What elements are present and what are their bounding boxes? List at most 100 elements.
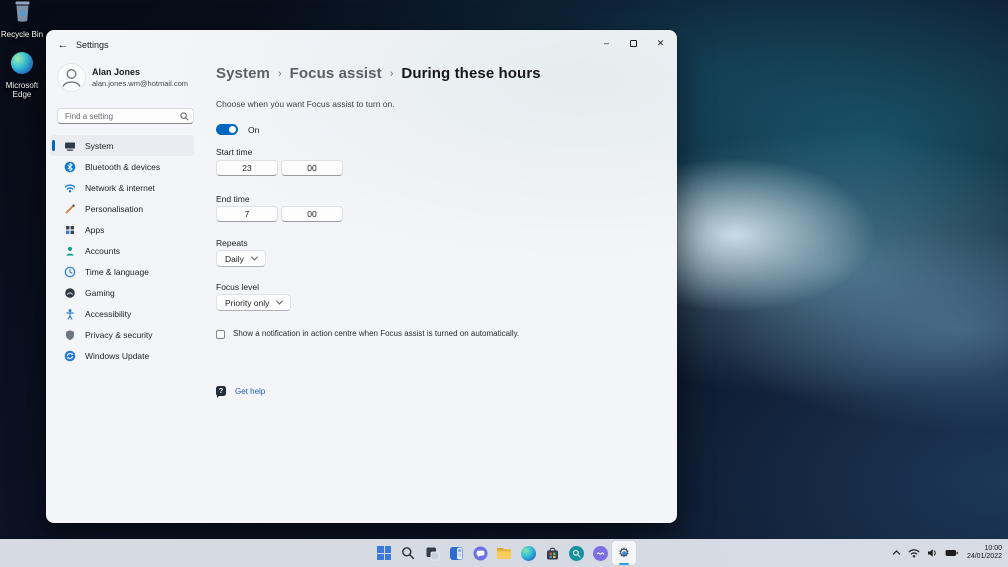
bluetooth-icon <box>64 161 76 173</box>
desktop-icon-label: Microsoft Edge <box>0 81 44 99</box>
get-help-icon: ? <box>216 386 226 396</box>
wifi-tray-button[interactable] <box>908 548 920 558</box>
recycle-bin-shortcut[interactable]: ♻ Recycle Bin <box>0 0 44 39</box>
sidebar-item-label: Apps <box>85 225 104 235</box>
desktop-icon-label: Recycle Bin <box>0 30 44 39</box>
sidebar-item-privacy-security[interactable]: Privacy & security <box>50 324 194 345</box>
breadcrumb-focus-assist[interactable]: Focus assist <box>290 65 382 82</box>
search-app-button[interactable] <box>564 541 588 565</box>
repeats-dropdown[interactable]: Daily <box>216 250 266 267</box>
edge-icon <box>521 546 536 561</box>
accessibility-person-icon <box>64 308 76 320</box>
settings-sidebar: System Bluetooth & devices Network & int… <box>50 135 194 366</box>
tray-time: 10:00 <box>984 545 1002 552</box>
desktop: ♻ Recycle Bin Microsoft Edge ← Settings … <box>0 0 1008 567</box>
windows-logo-icon <box>377 546 391 560</box>
selected-indicator <box>52 140 55 151</box>
svg-text:♻: ♻ <box>18 10 26 20</box>
microsoft-store-button[interactable] <box>540 541 564 565</box>
battery-tray-button[interactable] <box>945 549 958 557</box>
xbox-icon <box>64 287 76 299</box>
notification-checkbox[interactable] <box>216 330 225 339</box>
get-help-row: ? Get help <box>216 386 265 396</box>
sidebar-item-label: Privacy & security <box>85 330 153 340</box>
chat-button[interactable] <box>468 541 492 565</box>
repeats-value: Daily <box>225 254 244 264</box>
settings-search <box>57 108 194 124</box>
task-view-button[interactable] <box>420 541 444 565</box>
active-app-indicator <box>619 563 629 565</box>
start-time-minute-field[interactable]: 00 <box>281 160 343 176</box>
edge-icon <box>11 52 33 74</box>
paintbrush-icon <box>64 203 76 215</box>
start-button[interactable] <box>372 541 396 565</box>
recycle-bin-icon: ♻ <box>12 0 33 28</box>
speaker-icon <box>927 548 938 558</box>
sidebar-item-label: Accessibility <box>85 309 131 319</box>
chevron-right-icon: › <box>390 67 394 80</box>
settings-app-button[interactable]: ⚙ <box>612 541 636 565</box>
microsoft-edge-shortcut[interactable]: Microsoft Edge <box>0 52 44 99</box>
schedule-toggle[interactable] <box>216 124 238 135</box>
store-bag-icon <box>545 546 560 561</box>
get-help-link[interactable]: Get help <box>235 387 265 396</box>
sidebar-item-label: Windows Update <box>85 351 149 361</box>
sidebar-item-time-language[interactable]: Time & language <box>50 261 194 282</box>
end-time-hour-field[interactable]: 7 <box>216 206 278 222</box>
sidebar-item-windows-update[interactable]: Windows Update <box>50 345 194 366</box>
sidebar-item-label: Accounts <box>85 246 120 256</box>
task-view-icon <box>425 546 440 561</box>
hidden-icons-chevron-button[interactable] <box>892 550 901 556</box>
system-tray: 10:00 24/01/2022 <box>885 539 1002 567</box>
sidebar-item-label: Gaming <box>85 288 115 298</box>
back-button[interactable]: ← <box>56 38 70 52</box>
start-time-hour-field[interactable]: 23 <box>216 160 278 176</box>
end-time-minute-field[interactable]: 00 <box>281 206 343 222</box>
file-explorer-button[interactable] <box>492 541 516 565</box>
widgets-button[interactable] <box>444 541 468 565</box>
edge-button[interactable] <box>516 541 540 565</box>
person-icon <box>58 64 85 91</box>
wifi-icon <box>908 548 920 558</box>
focus-level-label: Focus level <box>216 282 259 292</box>
account-person-icon <box>64 245 76 257</box>
taskbar-clock[interactable]: 10:00 24/01/2022 <box>967 545 1002 562</box>
focus-level-dropdown[interactable]: Priority only <box>216 294 291 311</box>
magnifier-circle-icon <box>569 546 584 561</box>
breadcrumb-system[interactable]: System <box>216 65 270 82</box>
sidebar-item-accessibility[interactable]: Accessibility <box>50 303 194 324</box>
cortana-button[interactable] <box>588 541 612 565</box>
profile-email: alan.jones.wm@hotmail.com <box>92 79 188 88</box>
start-time-label: Start time <box>216 147 252 157</box>
toggle-state-label: On <box>248 125 259 135</box>
chevron-right-icon: › <box>278 67 282 80</box>
notification-checkbox-label: Show a notification in action centre whe… <box>233 329 519 340</box>
taskbar-search-button[interactable] <box>396 541 420 565</box>
avatar[interactable] <box>58 64 85 91</box>
sidebar-item-gaming[interactable]: Gaming <box>50 282 194 303</box>
volume-tray-button[interactable] <box>927 548 938 558</box>
search-icon <box>401 546 415 560</box>
start-time-fields: 23 00 <box>216 160 346 176</box>
sidebar-item-label: Network & internet <box>85 183 155 193</box>
page-description: Choose when you want Focus assist to tur… <box>216 99 395 109</box>
breadcrumb: System › Focus assist › During these hou… <box>216 65 541 82</box>
update-arrows-icon <box>64 350 76 362</box>
sidebar-item-system[interactable]: System <box>50 135 194 156</box>
search-input[interactable] <box>57 108 194 124</box>
sidebar-item-bluetooth-devices[interactable]: Bluetooth & devices <box>50 156 194 177</box>
folder-icon <box>496 546 512 560</box>
page-title: During these hours <box>401 65 540 82</box>
sidebar-item-network-internet[interactable]: Network & internet <box>50 177 194 198</box>
sidebar-item-accounts[interactable]: Accounts <box>50 240 194 261</box>
end-time-label: End time <box>216 194 250 204</box>
focus-assist-hours-page: System › Focus assist › During these hou… <box>216 30 667 523</box>
taskbar-app-icons: ⚙ <box>372 541 636 565</box>
sidebar-item-label: Personalisation <box>85 204 143 214</box>
end-time-fields: 7 00 <box>216 206 346 222</box>
sidebar-item-personalisation[interactable]: Personalisation <box>50 198 194 219</box>
battery-icon <box>945 549 958 557</box>
sidebar-item-apps[interactable]: Apps <box>50 219 194 240</box>
back-arrow-icon: ← <box>58 39 69 51</box>
sidebar-item-label: Bluetooth & devices <box>85 162 160 172</box>
